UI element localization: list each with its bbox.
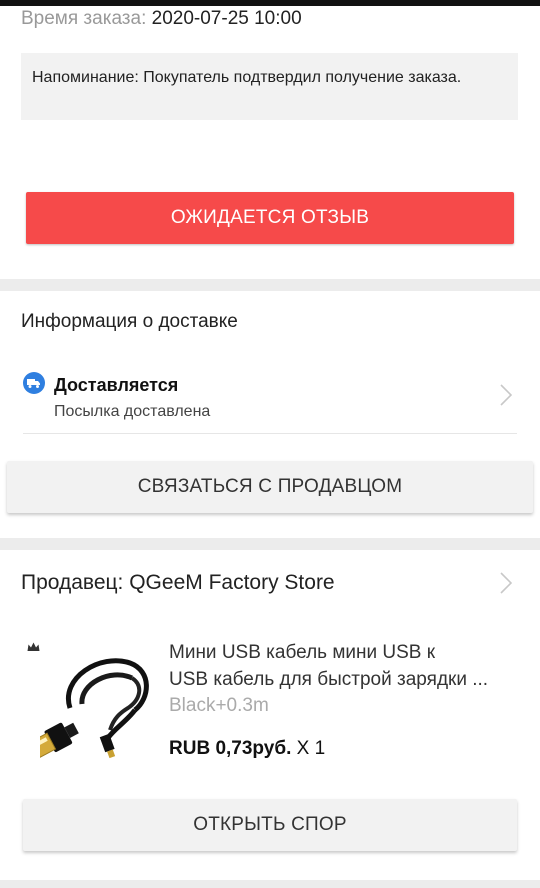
crown-icon	[27, 642, 40, 651]
reminder-box: Напоминание: Покупатель подтвердил получ…	[21, 53, 518, 120]
delivery-status[interactable]: Доставляется	[54, 375, 178, 396]
chevron-right-icon[interactable]	[499, 570, 513, 596]
delivery-substatus: Посылка доставлена	[54, 403, 211, 420]
open-dispute-button[interactable]: ОТКРЫТЬ СПОР	[23, 799, 517, 851]
order-time: Время заказа: 2020-07-25 10:00	[21, 8, 302, 30]
order-time-value: 2020-07-25 10:00	[151, 8, 302, 29]
product-price: RUB 0,73руб.	[169, 738, 292, 759]
contact-seller-button[interactable]: СВЯЗАТЬСЯ С ПРОДАВЦОМ	[7, 461, 533, 513]
delivery-card: Информация о доставке Доставляется Посыл…	[0, 291, 540, 538]
divider	[23, 433, 517, 434]
product-image[interactable]	[40, 638, 154, 764]
product-title-line1: Мини USB кабель мини USB к	[169, 642, 436, 663]
seller-card: Продавец: QGeeM Factory Store Мини USB к…	[0, 550, 540, 880]
order-card: Время заказа: 2020-07-25 10:00 Напоминан…	[0, 6, 540, 279]
truck-icon	[23, 372, 45, 394]
seller-name[interactable]: Продавец: QGeeM Factory Store	[21, 571, 335, 595]
product-price-row: RUB 0,73руб. X 1	[169, 738, 325, 760]
product-title[interactable]: Мини USB кабель мини USB к USB кабель дл…	[169, 639, 525, 693]
order-time-label: Время заказа:	[21, 8, 147, 29]
chevron-right-icon[interactable]	[499, 382, 513, 408]
awaiting-review-button[interactable]: ОЖИДАЕТСЯ ОТЗЫВ	[26, 192, 514, 244]
product-quantity: X 1	[296, 738, 326, 759]
product-title-line2: USB кабель для быстрой зарядки ...	[169, 669, 489, 690]
product-variant: Black+0.3m	[169, 695, 269, 716]
delivery-title: Информация о доставке	[21, 311, 238, 332]
